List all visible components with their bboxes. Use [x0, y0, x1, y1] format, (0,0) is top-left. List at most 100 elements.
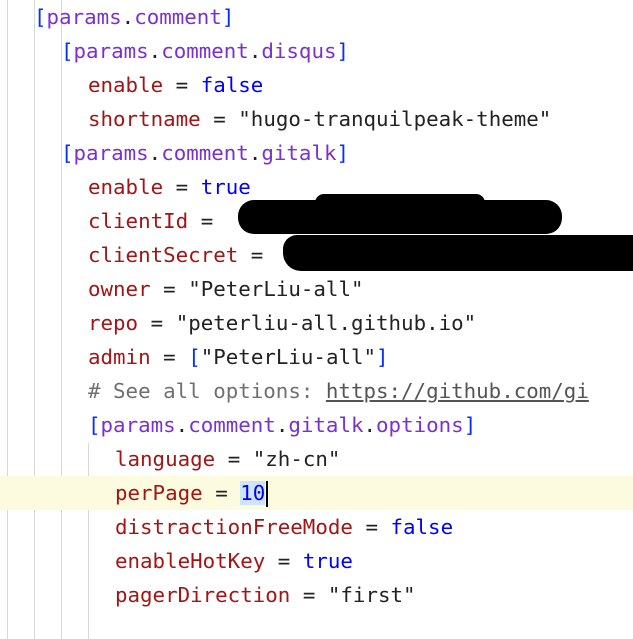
section-bracket-open: [: [88, 413, 101, 437]
code-line[interactable]: perPage = 10: [0, 476, 633, 510]
section-dot: .: [248, 141, 262, 165]
code-line[interactable]: admin = ["PeterLiu-all"]: [0, 340, 633, 374]
section-name: options: [376, 413, 464, 437]
redaction-mark: [315, 194, 485, 212]
section-bracket-open: [: [34, 5, 47, 29]
config-value: false: [390, 515, 454, 539]
code-line[interactable]: owner = "PeterLiu-all": [0, 272, 633, 306]
equals-sign: =: [175, 175, 189, 199]
equals-sign: =: [365, 515, 378, 539]
equals-sign: =: [213, 107, 226, 131]
section-name: disqus: [261, 39, 337, 63]
config-value: "zh-cn": [252, 447, 341, 471]
equals-sign: =: [227, 447, 241, 471]
code-line[interactable]: shortname = "hugo-tranquilpeak-theme": [0, 102, 633, 136]
code-line[interactable]: pagerDirection = "first": [0, 578, 633, 612]
section-bracket-close: ]: [463, 413, 477, 437]
section-bracket-close: ]: [336, 141, 350, 165]
section-name: comment: [161, 141, 249, 165]
equals-sign: =: [163, 277, 176, 301]
equals-sign: =: [175, 73, 189, 97]
config-key: clientSecret: [88, 243, 239, 267]
equals-sign: =: [250, 243, 264, 267]
section-name: params: [46, 5, 122, 29]
config-key: perPage: [115, 481, 203, 505]
array-bracket-open: [: [188, 345, 201, 369]
section-dot: .: [175, 413, 189, 437]
config-key: shortname: [88, 107, 201, 131]
equals-sign: =: [200, 209, 214, 233]
section-bracket-close: ]: [336, 39, 350, 63]
code-line[interactable]: repo = "peterliu-all.github.io": [0, 306, 633, 340]
config-key: distractionFreeMode: [115, 515, 353, 539]
section-dot: .: [121, 5, 135, 29]
config-value: "peterliu-all.github.io": [175, 311, 477, 335]
section-dot: .: [148, 39, 162, 63]
config-value: 10: [240, 481, 266, 505]
section-name: params: [73, 39, 149, 63]
config-key: enable: [88, 73, 164, 97]
array-bracket-close: ]: [376, 345, 389, 369]
section-name: comment: [134, 5, 222, 29]
code-line[interactable]: [params.comment.gitalk]: [0, 136, 633, 170]
section-name: params: [73, 141, 149, 165]
section-name: comment: [188, 413, 276, 437]
config-key: language: [115, 447, 216, 471]
code-line[interactable]: enableHotKey = true: [0, 544, 633, 578]
equals-sign: =: [163, 345, 176, 369]
section-bracket-close: ]: [221, 5, 235, 29]
section-name: gitalk: [261, 141, 337, 165]
equals-sign: =: [277, 549, 291, 573]
section-dot: .: [148, 141, 162, 165]
code-line[interactable]: [params.comment.gitalk.options]: [0, 408, 633, 442]
section-name: comment: [161, 39, 249, 63]
section-bracket-open: [: [61, 39, 74, 63]
section-dot: .: [248, 39, 262, 63]
redaction-mark: [283, 235, 633, 271]
config-value: "PeterLiu-all": [200, 345, 377, 369]
config-key: pagerDirection: [115, 583, 291, 607]
comment-link[interactable]: https://github.com/gi: [326, 379, 589, 403]
config-key: enableHotKey: [115, 549, 266, 573]
equals-sign: =: [302, 583, 316, 607]
text-cursor: [266, 481, 269, 507]
config-value: true: [200, 175, 251, 199]
equals-sign: =: [215, 481, 228, 505]
config-value: "first": [327, 583, 416, 607]
section-dot: .: [363, 413, 377, 437]
config-key: owner: [88, 277, 151, 301]
section-name: params: [100, 413, 176, 437]
code-line[interactable]: language = "zh-cn": [0, 442, 633, 476]
config-key: enable: [88, 175, 164, 199]
config-value: true: [302, 549, 353, 573]
code-line[interactable]: [params.comment]: [0, 0, 633, 34]
code-line[interactable]: distractionFreeMode = false: [0, 510, 633, 544]
code-line[interactable]: enable = false: [0, 68, 633, 102]
section-name: gitalk: [288, 413, 364, 437]
code-line[interactable]: [params.comment.disqus]: [0, 34, 633, 68]
comment-text: # See all options:: [88, 379, 326, 403]
config-value: "PeterLiu-all": [188, 277, 364, 301]
code-line[interactable]: # See all options: https://github.com/gi: [0, 374, 633, 408]
config-key: clientId: [88, 209, 189, 233]
